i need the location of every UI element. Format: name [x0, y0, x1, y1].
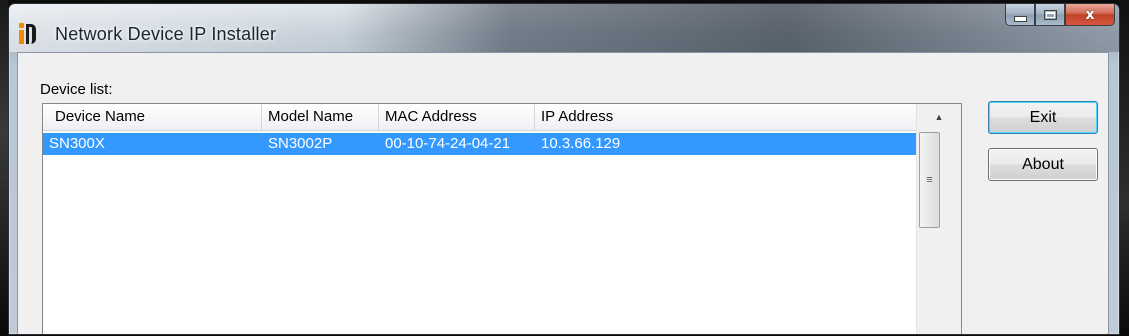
- desktop-background-left: [0, 0, 8, 336]
- device-list-label: Device list:: [40, 81, 113, 98]
- column-header-device-name[interactable]: Device Name: [43, 104, 262, 130]
- maximize-button[interactable]: [1035, 4, 1065, 26]
- desktop: Network Device IP Installer x Device lis…: [0, 0, 1129, 336]
- list-item[interactable]: SN300X SN3002P 00-10-74-24-04-21 10.3.66…: [43, 133, 916, 155]
- close-icon: x: [1085, 6, 1095, 23]
- cell-model-name: SN3002P: [268, 135, 333, 152]
- device-list[interactable]: Device Name Model Name MAC Address IP Ad…: [42, 103, 962, 334]
- grip-icon: ≡: [926, 174, 933, 186]
- cell-device-name: SN300X: [49, 135, 105, 152]
- chevron-up-icon: ▲: [934, 112, 944, 122]
- cell-mac-address: 00-10-74-24-04-21: [385, 135, 511, 152]
- maximize-icon: [1043, 9, 1057, 20]
- caption-buttons: x: [1005, 4, 1115, 28]
- vertical-scrollbar[interactable]: ▲ ≡: [916, 104, 961, 334]
- column-header-model-name[interactable]: Model Name: [262, 104, 379, 130]
- scroll-up-button[interactable]: ▲: [917, 104, 961, 130]
- column-header-mac-address[interactable]: MAC Address: [379, 104, 535, 130]
- app-window: Network Device IP Installer x Device lis…: [8, 3, 1120, 335]
- column-header-ip-address[interactable]: IP Address: [535, 104, 916, 130]
- list-header: Device Name Model Name MAC Address IP Ad…: [43, 104, 916, 131]
- exit-button[interactable]: Exit: [988, 101, 1098, 134]
- cell-ip-address: 10.3.66.129: [541, 135, 621, 152]
- title-bar[interactable]: Network Device IP Installer x: [9, 4, 1119, 52]
- about-button[interactable]: About: [988, 148, 1098, 181]
- minimize-icon: [1013, 15, 1027, 22]
- close-button[interactable]: x: [1065, 4, 1115, 26]
- window-title: Network Device IP Installer: [55, 24, 277, 44]
- client-area: Device list: Device Name Model Name MAC …: [17, 52, 1109, 334]
- app-logo-icon: [19, 23, 41, 45]
- scroll-thumb[interactable]: ≡: [919, 132, 940, 228]
- minimize-button[interactable]: [1005, 4, 1035, 26]
